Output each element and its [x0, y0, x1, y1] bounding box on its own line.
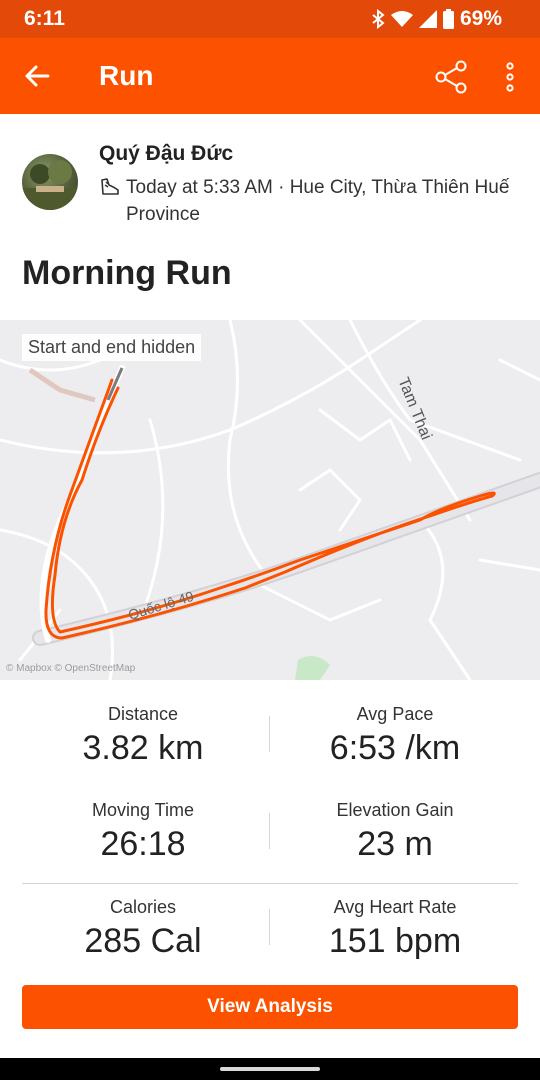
stat-avg-pace: Avg Pace 6:53 /km — [270, 704, 520, 768]
battery-percent: 69% — [459, 7, 502, 30]
privacy-badge: Start and end hidden — [22, 334, 202, 361]
wifi-icon — [390, 11, 413, 27]
stat-distance: Distance 3.82 km — [18, 704, 268, 768]
stat-value: 285 Cal — [84, 922, 202, 960]
activity-header: Quý Đậu Đức Today at 5:33 AM · Hue City,… — [0, 114, 540, 320]
stat-value: 3.82 km — [82, 729, 204, 767]
view-analysis-button[interactable]: View Analysis — [22, 985, 518, 1029]
activity-title: Morning Run — [22, 254, 232, 292]
more-options-icon[interactable] — [496, 58, 524, 96]
share-icon[interactable] — [432, 58, 470, 96]
stat-value: 26:18 — [100, 825, 186, 863]
status-time: 6:11 — [24, 7, 65, 30]
stat-label: Moving Time — [91, 800, 195, 820]
map-attribution[interactable]: © Mapbox © OpenStreetMap — [6, 663, 135, 674]
system-nav-bar — [0, 1058, 540, 1080]
shoe-icon — [101, 178, 119, 195]
athlete-name[interactable]: Quý Đậu Đức — [99, 142, 233, 166]
avatar-photo — [22, 160, 78, 210]
battery-icon — [442, 9, 454, 29]
status-icons: 69% — [371, 7, 502, 31]
stat-label: Avg Pace — [356, 704, 434, 724]
section-divider — [22, 883, 518, 884]
back-arrow-icon[interactable] — [22, 60, 54, 92]
stat-moving-time: Moving Time 26:18 — [18, 800, 268, 864]
page-title: Run — [99, 60, 154, 91]
route-map[interactable]: Tam Thai Quốc lộ 49 Start and end hidden… — [0, 320, 540, 680]
bluetooth-icon — [372, 9, 385, 29]
stat-value: 23 m — [357, 825, 433, 863]
stat-avg-heart-rate: Avg Heart Rate 151 bpm — [270, 897, 520, 961]
stat-label: Distance — [107, 704, 179, 724]
status-bar: 6:11 69% — [0, 0, 540, 38]
stat-label: Elevation Gain — [336, 800, 454, 820]
map-street-label: Quốc lộ 49 — [126, 588, 196, 623]
app-bar: Run — [0, 38, 540, 114]
stat-value: 151 bpm — [328, 922, 462, 960]
map-canvas: Tam Thai Quốc lộ 49 — [0, 320, 540, 680]
signal-icon — [418, 10, 437, 28]
stat-label: Calories — [109, 897, 177, 917]
stat-elevation-gain: Elevation Gain 23 m — [270, 800, 520, 864]
avatar[interactable] — [22, 154, 78, 210]
stat-value: 6:53 /km — [329, 729, 461, 767]
activity-meta: Today at 5:33 AM · Hue City, Thừa Thiên … — [126, 177, 510, 225]
stat-label: Avg Heart Rate — [333, 897, 457, 917]
stat-calories: Calories 285 Cal — [18, 897, 268, 961]
home-gesture-pill[interactable] — [220, 1067, 320, 1071]
